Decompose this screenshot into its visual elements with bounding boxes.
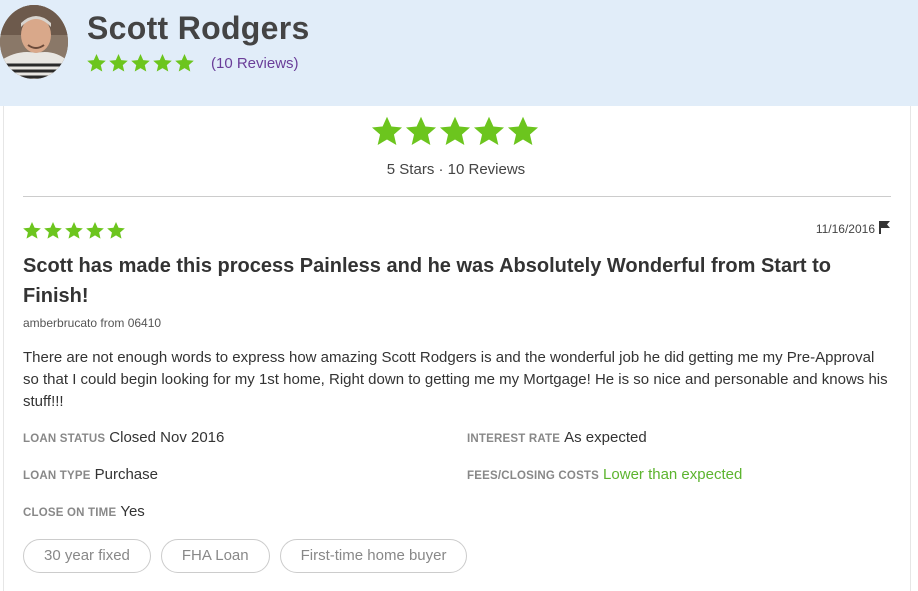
star-icon xyxy=(473,116,505,146)
star-icon xyxy=(87,54,106,72)
close-on-time-value: Yes xyxy=(120,503,145,520)
fees-label: FEES/CLOSING COSTS xyxy=(467,470,600,482)
star-icon xyxy=(107,222,125,239)
reviews-count-link[interactable]: (10 Reviews) xyxy=(211,55,299,72)
star-icon xyxy=(371,116,403,146)
reviewer-name: amberbrucato from 06410 xyxy=(23,316,162,330)
review-date: 11/16/2016 xyxy=(815,222,875,236)
star-icon xyxy=(507,116,539,146)
fees-value: Lower than expected xyxy=(603,466,743,483)
review-body: There are not enough words to express ho… xyxy=(23,349,888,410)
fees-closing-costs: FEES/CLOSING COSTS Lower than expected xyxy=(467,466,742,483)
loan-type-value: Purchase xyxy=(94,466,158,483)
summary-rating-stars xyxy=(370,115,540,149)
loan-type: LOAN TYPE Purchase xyxy=(23,466,158,483)
interest-rate-value: As expected xyxy=(564,429,647,446)
tag-30-year-fixed[interactable]: 30 year fixed xyxy=(23,539,151,573)
interest-rate: INTEREST RATE As expected xyxy=(467,429,647,446)
star-icon xyxy=(153,54,172,72)
review-title: Scott has made this process Painless and… xyxy=(23,255,831,307)
loan-status-value: Closed Nov 2016 xyxy=(109,429,225,446)
loan-status-label: LOAN STATUS xyxy=(23,433,106,445)
interest-rate-label: INTEREST RATE xyxy=(467,433,561,445)
avatar[interactable] xyxy=(0,5,68,79)
star-icon xyxy=(65,222,83,239)
tag-fha-loan[interactable]: FHA Loan xyxy=(160,539,270,573)
loan-status: LOAN STATUS Closed Nov 2016 xyxy=(23,429,224,446)
star-icon xyxy=(405,116,437,146)
loan-type-label: LOAN TYPE xyxy=(23,470,91,482)
tag-first-time-home-buyer[interactable]: First-time home buyer xyxy=(279,539,468,573)
star-icon xyxy=(23,222,41,239)
star-icon xyxy=(175,54,194,72)
star-icon xyxy=(86,222,104,239)
profile-name: Scott Rodgers xyxy=(87,10,310,46)
summary-text: 5 Stars · 10 Reviews xyxy=(386,161,526,178)
close-on-time: CLOSE ON TIME Yes xyxy=(23,503,145,520)
star-icon xyxy=(109,54,128,72)
close-on-time-label: CLOSE ON TIME xyxy=(23,507,117,519)
profile-header: Scott Rodgers (10 Reviews) xyxy=(0,0,918,106)
star-icon xyxy=(44,222,62,239)
loan-tags: 30 year fixed FHA Loan First-time home b… xyxy=(23,539,468,573)
profile-rating-stars xyxy=(86,53,195,74)
star-icon xyxy=(439,116,471,146)
star-icon xyxy=(131,54,150,72)
review-rating-stars xyxy=(22,221,126,241)
divider xyxy=(23,196,891,197)
flag-icon[interactable] xyxy=(879,221,890,239)
